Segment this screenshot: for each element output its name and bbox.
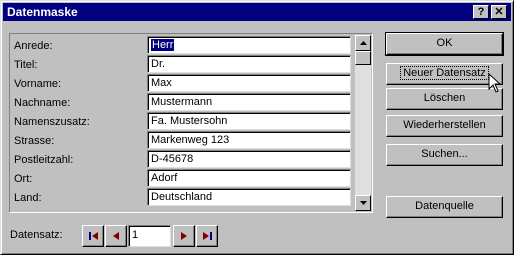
help-button[interactable]: ? — [473, 5, 489, 19]
field-row-ort: Ort: Adorf — [10, 169, 354, 188]
vertical-scrollbar[interactable] — [355, 35, 371, 211]
field-input-ort[interactable]: Adorf — [147, 169, 351, 187]
field-label-titel: Titel: — [14, 59, 38, 71]
field-row-nachname: Nachname: Mustermann — [10, 93, 354, 112]
field-input-strasse[interactable]: Markenweg 123 — [147, 131, 351, 149]
data-form-dialog: Datenmaske ? ✕ Anrede: Herr Titel: Dr. V… — [0, 0, 514, 255]
next-record-icon — [181, 232, 187, 240]
field-input-titel[interactable]: Dr. — [147, 55, 351, 73]
scroll-up-button[interactable] — [355, 35, 371, 51]
restore-button[interactable]: Wiederherstellen — [386, 115, 503, 137]
title-bar[interactable]: Datenmaske ? ✕ — [3, 3, 511, 21]
data-source-button[interactable]: Datenquelle — [386, 196, 503, 218]
field-label-land: Land: — [14, 192, 42, 204]
next-record-button[interactable] — [173, 225, 195, 247]
field-label-namenszusatz: Namenszusatz: — [14, 116, 90, 128]
first-record-button[interactable] — [82, 225, 104, 247]
field-label-postleitzahl: Postleitzahl: — [14, 154, 74, 166]
last-record-button[interactable] — [196, 225, 218, 247]
scroll-down-button[interactable] — [355, 195, 371, 211]
field-input-land[interactable]: Deutschland — [147, 188, 351, 206]
field-input-vorname[interactable]: Max — [147, 74, 351, 92]
ok-button[interactable]: OK — [385, 32, 504, 56]
field-label-ort: Ort: — [14, 173, 33, 185]
arrow-down-icon — [359, 201, 367, 205]
field-input-namenszusatz[interactable]: Fa. Mustersohn — [147, 112, 351, 130]
fields-panel: Anrede: Herr Titel: Dr. Vorname: Max Nac… — [9, 33, 373, 213]
new-record-label: Neuer Datensatz — [400, 66, 489, 80]
current-record-field[interactable]: 1 — [128, 225, 171, 247]
previous-record-icon — [113, 232, 119, 240]
new-record-button[interactable]: Neuer Datensatz — [386, 63, 503, 85]
scroll-thumb[interactable] — [355, 51, 371, 65]
delete-button[interactable]: Löschen — [386, 88, 503, 110]
first-record-icon — [88, 232, 98, 240]
field-row-vorname: Vorname: Max — [10, 74, 354, 93]
field-row-anrede: Anrede: Herr — [10, 36, 354, 55]
last-record-icon — [202, 232, 212, 240]
arrow-up-icon — [359, 41, 367, 45]
mouse-pointer-icon — [488, 73, 502, 93]
field-input-anrede[interactable]: Herr — [147, 36, 351, 54]
previous-record-button[interactable] — [105, 225, 127, 247]
selected-text: Herr — [151, 39, 175, 51]
field-label-vorname: Vorname: — [14, 78, 62, 90]
field-row-titel: Titel: Dr. — [10, 55, 354, 74]
field-row-postleitzahl: Postleitzahl: D-45678 — [10, 150, 354, 169]
search-button[interactable]: Suchen... — [386, 144, 503, 166]
close-button[interactable]: ✕ — [491, 5, 507, 19]
field-row-strasse: Strasse: Markenweg 123 — [10, 131, 354, 150]
field-label-strasse: Strasse: — [14, 135, 55, 147]
field-row-land: Land: Deutschland — [10, 188, 354, 207]
field-input-postleitzahl[interactable]: D-45678 — [147, 150, 351, 168]
field-label-nachname: Nachname: — [14, 97, 71, 109]
window-title: Datenmaske — [7, 5, 78, 19]
field-row-namenszusatz: Namenszusatz: Fa. Mustersohn — [10, 112, 354, 131]
record-nav-label: Datensatz: — [10, 229, 63, 241]
field-input-nachname[interactable]: Mustermann — [147, 93, 351, 111]
field-label-anrede: Anrede: — [14, 40, 53, 52]
